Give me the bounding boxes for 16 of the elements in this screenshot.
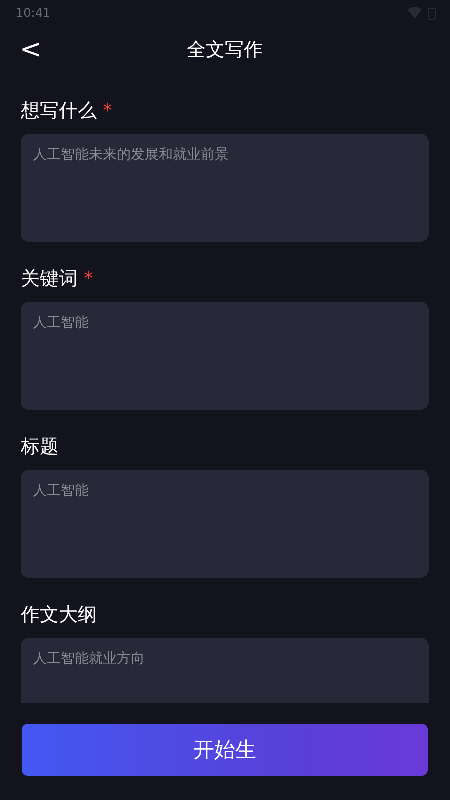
start-button[interactable]: 开始生 (22, 724, 428, 776)
text-field[interactable]: 人工智能 (21, 302, 429, 410)
page-title: 全文写作 (187, 38, 263, 63)
required-mark: * (84, 268, 94, 290)
back-button[interactable]: < (14, 34, 48, 66)
status-time: 10:41 (16, 6, 51, 20)
wifi-icon (408, 7, 422, 19)
text-field[interactable]: 人工智能 (21, 470, 429, 578)
field-label: 标题 (21, 435, 59, 460)
text-field[interactable]: 人工智能就业方向 (21, 638, 429, 703)
field-label: 作文大纲 (21, 603, 97, 628)
text-field[interactable]: 人工智能未来的发展和就业前景 (21, 134, 429, 242)
battery-icon (428, 6, 436, 20)
required-mark: * (103, 100, 112, 122)
field-label: 关键词 (21, 267, 78, 292)
field-label: 想写什么 (21, 99, 97, 124)
